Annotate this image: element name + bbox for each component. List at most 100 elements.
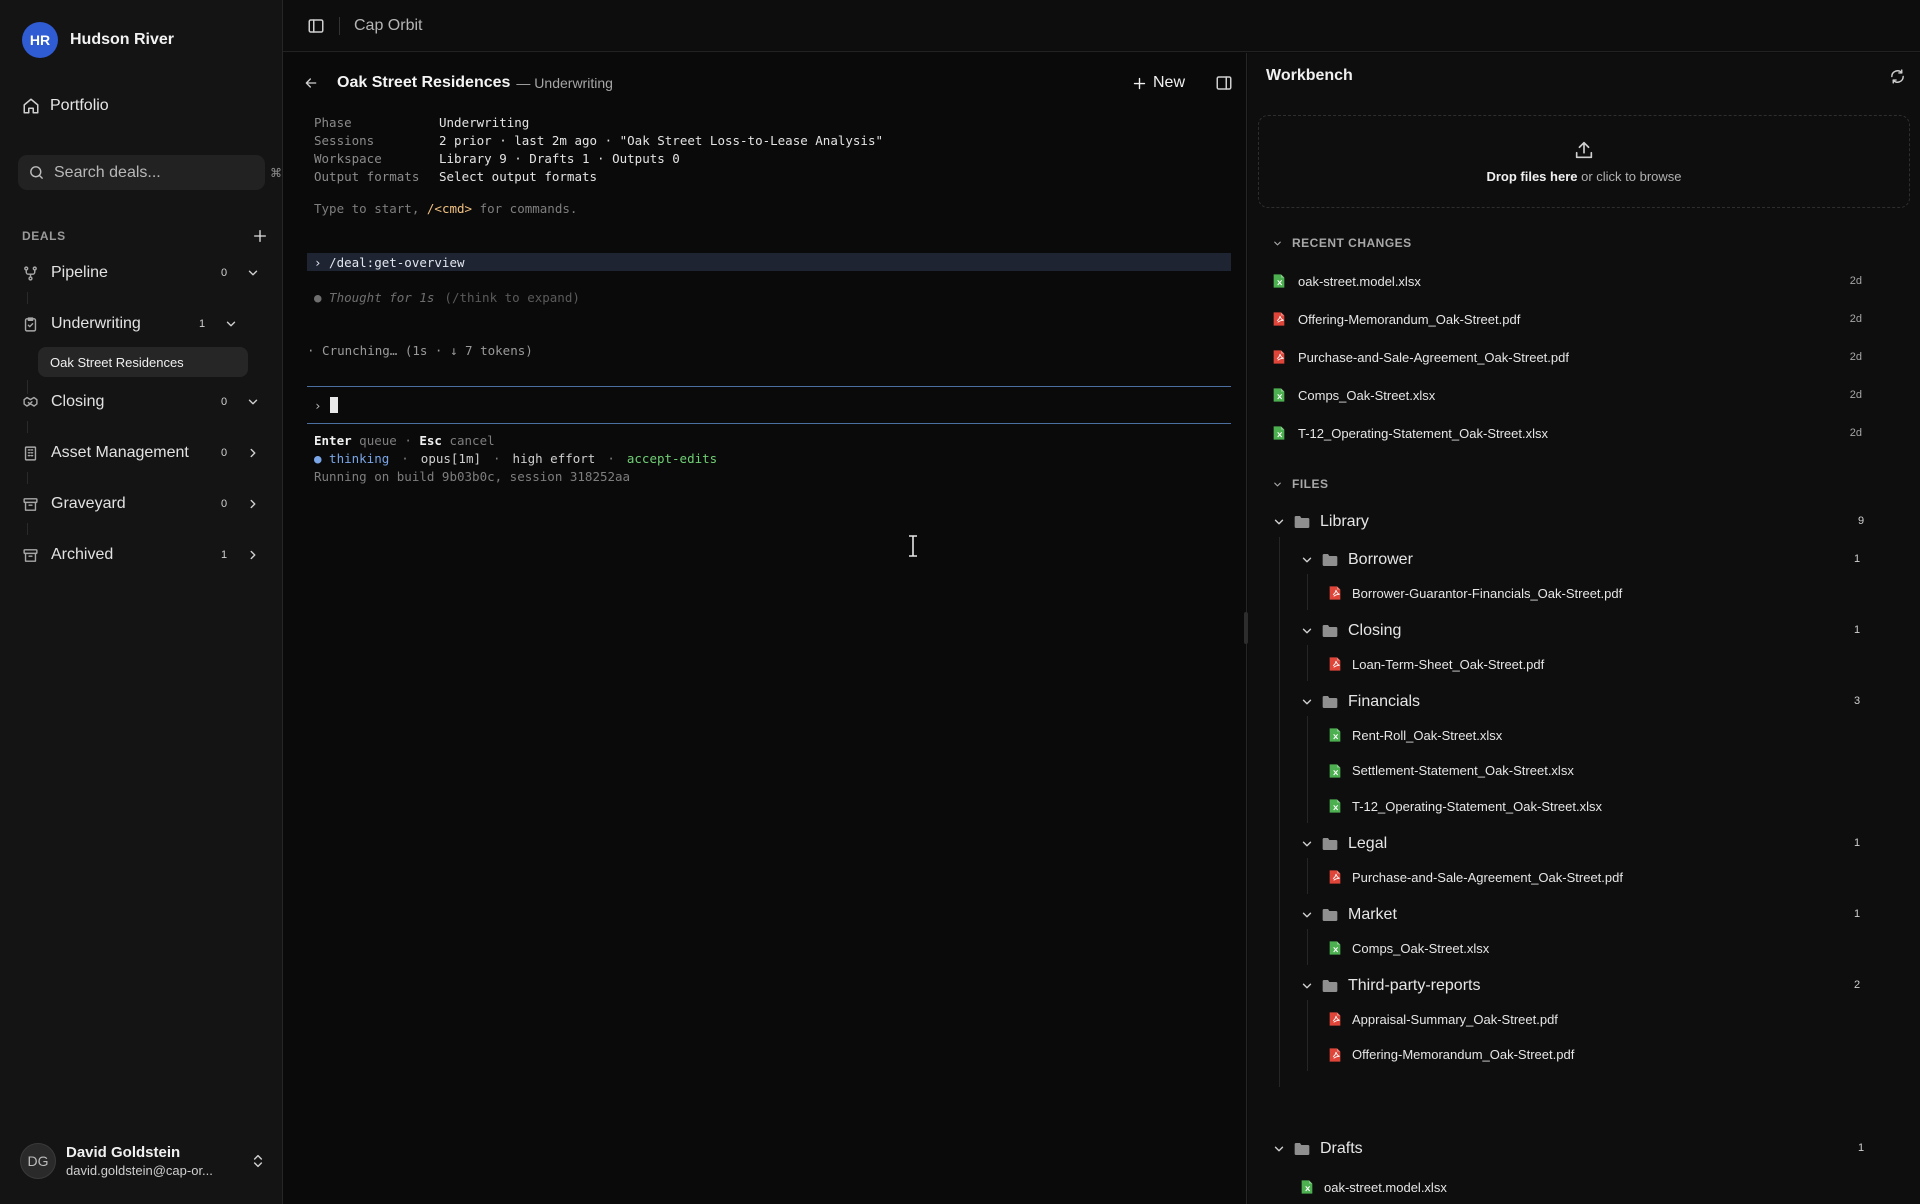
file-row[interactable]: Loan-Term-Sheet_Oak-Street.pdf — [1328, 652, 1544, 676]
recent-changes-header[interactable]: RECENT CHANGES — [1272, 236, 1412, 250]
chevron-right-icon[interactable] — [244, 446, 262, 460]
key-hints: Enter queue · Esc cancel — [314, 433, 495, 448]
folder-drafts[interactable]: Drafts — [1272, 1137, 1363, 1161]
esc-key: Esc — [419, 433, 442, 448]
folder-legal[interactable]: Legal — [1300, 832, 1387, 856]
plus-icon — [1132, 76, 1147, 91]
chevron-down-icon[interactable] — [244, 395, 262, 409]
file-row[interactable]: Settlement-Statement_Oak-Street.xlsx — [1328, 759, 1574, 783]
recent-file-row[interactable]: Purchase-and-Sale-Agreement_Oak-Street.p… — [1272, 346, 1862, 368]
file-row[interactable]: Borrower-Guarantor-Financials_Oak-Street… — [1328, 581, 1622, 605]
stage-archived[interactable]: Archived 1 — [22, 540, 262, 570]
search-bar[interactable]: ⌘K — [18, 155, 290, 190]
file-row[interactable]: Appraisal-Summary_Oak-Street.pdf — [1328, 1007, 1558, 1031]
org-switcher[interactable]: HR Hudson River — [22, 22, 174, 58]
search-input[interactable] — [54, 163, 261, 182]
add-deal-icon[interactable] — [252, 228, 268, 244]
back-arrow-icon[interactable] — [303, 75, 319, 91]
folder-market[interactable]: Market — [1300, 903, 1397, 927]
chevron-down-icon[interactable] — [1272, 515, 1286, 529]
chevron-down-icon — [1272, 479, 1283, 490]
file-name: Purchase-and-Sale-Agreement_Oak-Street.p… — [1298, 349, 1569, 365]
file-drop-zone[interactable]: Drop files here or click to browse — [1258, 115, 1910, 208]
deal-oak-street-residences[interactable]: Oak Street Residences — [38, 347, 248, 377]
stage-pipeline[interactable]: Pipeline 0 — [22, 258, 262, 288]
file-row[interactable]: Rent-Roll_Oak-Street.xlsx — [1328, 723, 1502, 747]
recent-file-row[interactable]: Offering-Memorandum_Oak-Street.pdf 2d — [1272, 308, 1862, 330]
pdf-file-icon — [1328, 585, 1342, 601]
chevrons-up-down-icon[interactable] — [250, 1153, 266, 1169]
chevron-down-icon[interactable] — [1300, 908, 1314, 922]
folder-label: Third-party-reports — [1348, 977, 1481, 994]
chevron-down-icon[interactable] — [1300, 553, 1314, 567]
chevron-right-icon[interactable] — [244, 548, 262, 562]
folder-label: Borrower — [1348, 551, 1413, 568]
files-header[interactable]: FILES — [1272, 477, 1329, 491]
file-name: Rent-Roll_Oak-Street.xlsx — [1352, 727, 1503, 743]
stage-count: 1 — [198, 318, 206, 330]
folder-third-party-reports[interactable]: Third-party-reports — [1300, 974, 1480, 998]
folder-closing[interactable]: Closing — [1300, 619, 1401, 643]
folder-library[interactable]: Library — [1272, 510, 1369, 534]
stage-graveyard[interactable]: Graveyard 0 — [22, 489, 262, 519]
thought-text: ● Thought for 1s — [314, 290, 435, 305]
file-row[interactable]: Offering-Memorandum_Oak-Street.pdf — [1328, 1043, 1574, 1067]
user-menu[interactable]: DG David Goldstein david.goldstein@cap-o… — [20, 1143, 266, 1179]
chevron-down-icon[interactable] — [244, 266, 262, 280]
panel-toggle-icon[interactable] — [1215, 74, 1233, 92]
mode-label: accept-edits — [626, 451, 718, 466]
file-name: Purchase-and-Sale-Agreement_Oak-Street.p… — [1352, 869, 1623, 885]
chevron-down-icon[interactable] — [1300, 695, 1314, 709]
folder-count: 1 — [1854, 837, 1861, 849]
sidebar-toggle-icon[interactable] — [307, 17, 325, 35]
spreadsheet-file-icon — [1328, 763, 1342, 779]
stage-label: Asset Management — [51, 444, 189, 461]
chevron-down-icon[interactable] — [1300, 624, 1314, 638]
recent-file-row[interactable]: T-12_Operating-Statement_Oak-Street.xlsx… — [1272, 422, 1862, 444]
chevron-down-icon[interactable] — [222, 317, 240, 331]
folder-label: Closing — [1348, 622, 1402, 639]
recent-file-row[interactable]: Comps_Oak-Street.xlsx 2d — [1272, 384, 1862, 406]
new-session-label: New — [1152, 74, 1185, 91]
app-title: Cap Orbit — [354, 16, 423, 34]
file-row[interactable]: Purchase-and-Sale-Agreement_Oak-Street.p… — [1328, 865, 1623, 889]
nav-portfolio[interactable]: Portfolio — [22, 97, 109, 115]
file-name: Loan-Term-Sheet_Oak-Street.pdf — [1352, 656, 1545, 672]
session-header: Oak Street Residences — Underwriting New — [303, 69, 1233, 97]
meta-row: Output formats Select output formats — [314, 167, 883, 185]
stage-closing[interactable]: Closing 0 — [22, 387, 262, 417]
stage-count: 0 — [220, 267, 228, 279]
file-row[interactable]: T-12_Operating-Statement_Oak-Street.xlsx — [1328, 794, 1602, 818]
separator: · — [493, 451, 501, 466]
file-row[interactable]: oak-street.model.xlsx — [1300, 1175, 1447, 1199]
chevron-down-icon[interactable] — [1300, 837, 1314, 851]
meta-row: Sessions 2 prior · last 2m ago · "Oak St… — [314, 131, 883, 149]
thought-line[interactable]: ● Thought for 1s (/think to expand) — [314, 290, 580, 305]
pdf-file-icon — [1328, 656, 1342, 672]
refresh-icon[interactable] — [1889, 68, 1906, 85]
executed-command: › /deal:get-overview — [307, 253, 1231, 271]
recent-changes-label: RECENT CHANGES — [1292, 236, 1412, 250]
recent-file-row[interactable]: oak-street.model.xlsx 2d — [1272, 270, 1862, 292]
file-row[interactable]: Comps_Oak-Street.xlsx — [1328, 936, 1489, 960]
file-name: Offering-Memorandum_Oak-Street.pdf — [1352, 1047, 1575, 1062]
stage-underwriting[interactable]: Underwriting 1 — [22, 309, 240, 339]
output-formats-select[interactable]: Select output formats — [439, 169, 597, 184]
drop-rest: or click to browse — [1577, 169, 1682, 184]
stage-asset-management[interactable]: Asset Management 0 — [22, 438, 262, 468]
file-name: Comps_Oak-Street.xlsx — [1352, 940, 1490, 956]
meta-value: Library 9 · Drafts 1 · Outputs 0 — [439, 150, 680, 166]
chevron-down-icon[interactable] — [1272, 1142, 1286, 1156]
chevron-down-icon[interactable] — [1300, 979, 1314, 993]
new-session-button[interactable]: New — [1132, 74, 1185, 92]
folder-financials[interactable]: Financials — [1300, 690, 1420, 714]
chevron-right-icon[interactable] — [244, 497, 262, 511]
folder-count: 3 — [1854, 695, 1861, 707]
folder-borrower[interactable]: Borrower — [1300, 548, 1413, 572]
deals-header-label: DEALS — [22, 229, 66, 243]
prompt-input[interactable]: › — [307, 386, 1231, 424]
file-name: oak-street.model.xlsx — [1298, 273, 1421, 289]
nav-portfolio-label: Portfolio — [50, 97, 109, 114]
folder-count: 9 — [1858, 515, 1865, 527]
spreadsheet-file-icon — [1328, 727, 1342, 743]
